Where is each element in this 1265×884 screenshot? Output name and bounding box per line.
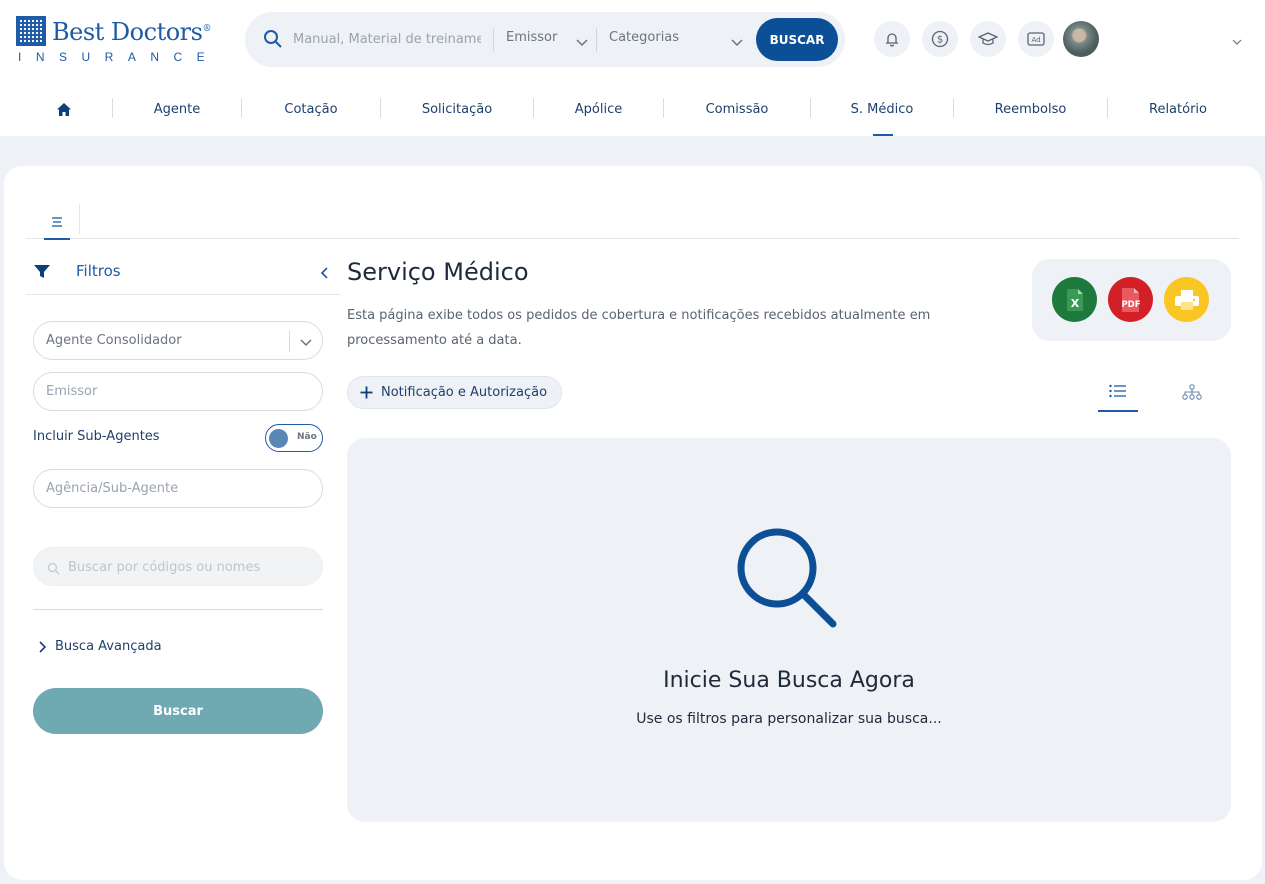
best-doctors-logo[interactable]: Best Doctors® INSURANCE	[16, 16, 211, 66]
nav-cotacao[interactable]: Cotação	[242, 82, 380, 136]
divider	[493, 28, 494, 52]
add-notification-button[interactable]: Notificação e Autorização	[347, 376, 563, 409]
include-sub-agents-row: Incluir Sub-Agentes Não	[33, 424, 323, 454]
brand-sub: INSURANCE	[18, 50, 220, 64]
tab-separator	[79, 204, 80, 234]
agency-input[interactable]	[33, 469, 323, 508]
ad-icon: Ad	[1027, 32, 1045, 46]
commissions-button[interactable]: $	[922, 21, 958, 57]
nav-relatorio[interactable]: Relatório	[1108, 82, 1248, 136]
chevron-down-icon[interactable]	[300, 336, 312, 351]
nav-servico-medico[interactable]: S. Médico	[811, 82, 953, 136]
divider	[596, 28, 597, 52]
svg-text:Ad: Ad	[1031, 36, 1040, 44]
brand-registered: ®	[202, 24, 211, 34]
export-excel-button[interactable]: X	[1052, 277, 1097, 322]
issuer-select[interactable]: Emissor	[506, 30, 557, 45]
pdf-label: PDF	[1121, 300, 1140, 310]
user-avatar[interactable]	[1063, 21, 1099, 57]
advanced-search-toggle[interactable]: Busca Avançada	[39, 639, 162, 654]
view-tabbar	[26, 204, 1239, 240]
nav-home[interactable]	[44, 82, 84, 136]
hierarchy-view-tab[interactable]	[1172, 378, 1212, 412]
global-search-button[interactable]: BUSCAR	[756, 18, 838, 61]
code-search-input[interactable]	[68, 557, 308, 577]
export-pdf-button[interactable]: PDF	[1108, 277, 1153, 322]
categories-select[interactable]: Categorias	[609, 30, 679, 45]
consolidated-agent-label: Agente Consolidador	[46, 333, 182, 348]
export-toolbar: X PDF	[1032, 259, 1231, 341]
header: Best Doctors® INSURANCE Emissor Categori…	[0, 0, 1265, 136]
issuer-input[interactable]	[33, 372, 323, 411]
filters-header: Filtros	[26, 256, 340, 295]
nav-reembolso[interactable]: Reembolso	[954, 82, 1107, 136]
dollar-icon: $	[931, 30, 949, 48]
filters-title: Filtros	[76, 262, 121, 280]
page-description: Esta página exibe todos os pedidos de co…	[347, 308, 931, 348]
empty-state-subtitle: Use os filtros para personalizar sua bus…	[636, 711, 942, 727]
hierarchy-icon	[1182, 384, 1202, 400]
advanced-search-label: Busca Avançada	[55, 639, 162, 654]
home-icon	[57, 102, 71, 116]
main-card: Filtros Agente Consolidador Incluir Sub-…	[4, 166, 1262, 880]
user-menu-chevron-icon[interactable]	[1232, 30, 1242, 49]
include-sub-agents-toggle[interactable]: Não	[265, 424, 323, 452]
empty-state-title: Inicie Sua Busca Agora	[663, 668, 915, 693]
svg-text:$: $	[937, 35, 943, 46]
chevron-right-icon	[39, 640, 47, 653]
training-button[interactable]	[970, 21, 1006, 57]
code-search-field	[33, 547, 323, 586]
tab-menu[interactable]	[44, 208, 70, 240]
search-icon	[47, 560, 60, 579]
graduation-cap-icon	[978, 32, 998, 46]
consolidated-agent-select[interactable]: Agente Consolidador	[33, 321, 323, 360]
print-button[interactable]	[1164, 277, 1209, 322]
global-search-input[interactable]	[293, 28, 481, 50]
filter-icon	[34, 264, 50, 283]
page-title: Serviço Médico	[347, 258, 529, 286]
nav-active-indicator	[873, 134, 893, 136]
toggle-knob	[269, 429, 288, 448]
nav-solicitacao[interactable]: Solicitação	[381, 82, 533, 136]
filters-search-button[interactable]: Buscar	[33, 688, 323, 734]
excel-label: X	[1070, 297, 1079, 310]
logo-mark-icon	[16, 16, 46, 46]
divider	[289, 330, 290, 352]
brand-name: Best Doctors	[52, 18, 203, 46]
list-icon	[1109, 384, 1126, 398]
filters-divider	[33, 609, 323, 610]
notifications-button[interactable]	[874, 21, 910, 57]
pdf-icon: PDF	[1121, 287, 1140, 312]
plus-icon	[360, 386, 373, 399]
nav-apolice[interactable]: Apólice	[534, 82, 663, 136]
main-nav: Agente Cotação Solicitação Apólice Comis…	[0, 82, 1265, 136]
excel-icon: X	[1066, 288, 1083, 311]
chevron-down-icon[interactable]	[576, 32, 588, 51]
list-view-tab[interactable]	[1098, 378, 1138, 412]
empty-state-panel: Inicie Sua Busca Agora Use os filtros pa…	[347, 438, 1231, 822]
include-sub-agents-label: Incluir Sub-Agentes	[33, 429, 160, 444]
chevron-down-icon[interactable]	[731, 32, 743, 51]
nav-agente[interactable]: Agente	[113, 82, 241, 136]
menu-lines-icon	[52, 217, 62, 227]
large-search-icon	[737, 528, 837, 628]
toggle-state: Não	[297, 432, 317, 442]
ads-button[interactable]: Ad	[1018, 21, 1054, 57]
add-notification-label: Notificação e Autorização	[381, 385, 548, 400]
global-search-bar: Emissor Categorias BUSCAR	[245, 12, 845, 67]
collapse-filters-icon[interactable]	[320, 264, 328, 283]
nav-comissao[interactable]: Comissão	[664, 82, 810, 136]
bell-icon	[885, 33, 899, 47]
search-icon	[263, 29, 283, 53]
printer-icon	[1174, 289, 1199, 310]
